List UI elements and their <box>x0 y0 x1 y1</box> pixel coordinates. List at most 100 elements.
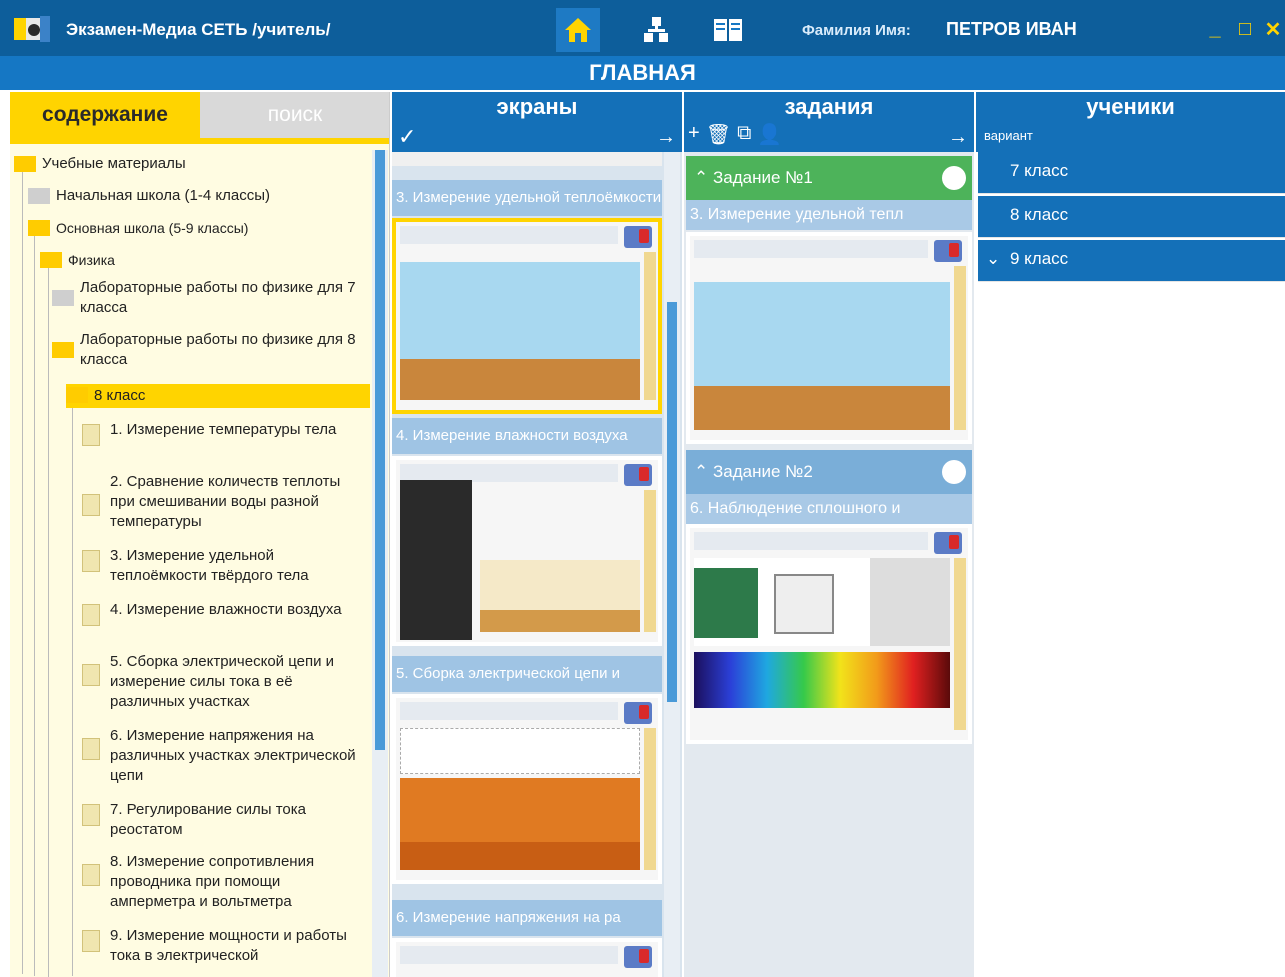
tree-item-label: 6. Измерение напряжения на различных уча… <box>110 727 356 784</box>
collapse-icon[interactable]: ⌃ <box>694 168 708 187</box>
document-icon <box>82 604 100 626</box>
book-icon <box>624 464 652 486</box>
content-scrollbar[interactable] <box>372 150 388 977</box>
tree-item-label: Начальная школа (1-4 классы) <box>56 187 270 204</box>
screen-title[interactable]: 6. Измерение напряжения на ра <box>392 900 662 936</box>
tree-item-label: 4. Измерение влажности воздуха <box>110 601 342 618</box>
screen-title[interactable]: 3. Измерение удельной теплоёмкости <box>392 180 662 216</box>
arrow-right-icon[interactable]: → <box>948 126 968 149</box>
task-screen-title[interactable]: 3. Измерение удельной тепл <box>686 200 972 230</box>
screen-card[interactable] <box>392 456 662 646</box>
collapse-icon[interactable]: ⌃ <box>694 462 708 481</box>
folder-icon <box>14 156 36 172</box>
screen-thumbnail <box>690 528 968 740</box>
tree-item-label: 8. Измерение сопротивления проводника пр… <box>110 853 315 910</box>
main-header: ГЛАВНАЯ <box>0 56 1285 90</box>
structure-button[interactable] <box>634 8 678 52</box>
tab-content[interactable]: содержание <box>10 92 200 138</box>
tree-item[interactable]: 2. Сравнение количеств теплоты при смеши… <box>82 472 368 532</box>
task-screen-title[interactable]: 6. Наблюдение сплошного и <box>686 494 972 524</box>
class-item-expanded[interactable]: ⌄ 9 класс <box>978 240 1285 282</box>
arrow-right-icon[interactable]: → <box>656 126 676 149</box>
tree-item[interactable]: 9. Измерение мощности и работы тока в эл… <box>82 926 368 966</box>
screens-list: 3. Измерение удельной теплоёмкости 4. Из… <box>392 152 682 977</box>
screens-scrollbar[interactable] <box>664 152 680 977</box>
screen-title[interactable]: 5. Сборка электрической цепи и <box>392 656 662 692</box>
tree-item[interactable]: 1. Измерение температуры тела <box>82 420 368 446</box>
screen-card[interactable] <box>392 938 662 977</box>
task-label: Задание №2 <box>712 462 813 481</box>
tree-item[interactable]: 5. Сборка электрической цепи и измерение… <box>82 652 368 712</box>
tree-item[interactable]: 7. Регулирование силы тока реостатом <box>82 800 368 840</box>
folder-icon <box>40 252 62 268</box>
tasks-title: задания <box>784 94 874 119</box>
tree-item[interactable]: 6. Измерение напряжения на различных уча… <box>82 726 368 786</box>
library-button[interactable] <box>706 8 750 52</box>
screen-thumbnail <box>396 698 658 880</box>
check-icon[interactable]: ✓ <box>398 124 416 150</box>
tree-item-label: Физика <box>68 252 115 268</box>
students-list: 7 класс 8 класс ⌄ 9 класс <box>976 152 1285 977</box>
book-icon <box>934 532 962 554</box>
tree-item-label: 2. Сравнение количеств теплоты при смеши… <box>110 473 341 530</box>
copy-icon[interactable]: ⧉ <box>737 122 751 147</box>
tree-item[interactable]: 4. Измерение влажности воздуха <box>82 600 368 626</box>
tab-search[interactable]: поиск <box>200 92 389 138</box>
tree-item[interactable]: Основная школа (5-9 классы) <box>28 218 358 238</box>
tree-item[interactable]: Учебные материалы <box>14 154 354 174</box>
screen-card[interactable] <box>392 694 662 884</box>
tasks-toolbar: + 🗑 ⧉ 👤 <box>688 122 782 147</box>
task-card[interactable] <box>686 232 972 444</box>
task-card[interactable] <box>686 524 972 744</box>
variant-label: вариант <box>984 128 1033 143</box>
add-icon[interactable]: + <box>688 122 700 147</box>
book-icon <box>714 19 742 41</box>
task-label: Задание №1 <box>712 168 813 187</box>
document-icon <box>82 550 100 572</box>
document-icon <box>82 864 100 886</box>
gear-icon[interactable] <box>942 166 966 190</box>
scrollbar-thumb[interactable] <box>667 302 677 702</box>
tree-item[interactable]: Лабораторные работы по физике для 8 клас… <box>52 330 370 370</box>
task-header[interactable]: ⌃ Задание №2 <box>686 450 972 494</box>
tree-item-label: Лабораторные работы по физике для 8 клас… <box>80 331 356 368</box>
tree-item-label: 5. Сборка электрической цепи и измерение… <box>110 653 335 710</box>
tasks-header: задания + 🗑 ⧉ 👤 → <box>684 92 974 152</box>
book-icon <box>624 702 652 724</box>
maximize-button[interactable]: □ <box>1230 14 1260 44</box>
tree-item-selected[interactable]: 8 класс <box>66 384 370 408</box>
document-icon <box>82 738 100 760</box>
book-icon <box>624 946 652 968</box>
home-button[interactable] <box>556 8 600 52</box>
class-item[interactable]: 7 класс <box>978 152 1285 194</box>
title-bar: Экзамен-Медиа СЕТЬ /учитель/ Фамилия Имя… <box>0 0 1285 56</box>
delete-icon[interactable]: 🗑 <box>706 122 731 147</box>
tree-item[interactable]: Физика <box>40 250 360 270</box>
tree-item[interactable]: 8. Измерение сопротивления проводника пр… <box>82 852 368 912</box>
screens-title: экраны <box>496 94 578 119</box>
tree-item[interactable]: Начальная школа (1-4 классы) <box>28 186 358 206</box>
minimize-button[interactable]: _ <box>1200 14 1230 44</box>
tree-item[interactable]: Лабораторные работы по физике для 7 клас… <box>52 278 370 318</box>
document-icon <box>82 804 100 826</box>
tree-item-label: 3. Измерение удельной теплоёмкости твёрд… <box>110 547 309 584</box>
scrollbar-thumb[interactable] <box>375 150 385 750</box>
tree-item-label: 1. Измерение температуры тела <box>110 421 337 438</box>
assign-icon[interactable]: 👤 <box>757 122 782 147</box>
students-title: ученики <box>1086 94 1175 119</box>
book-icon <box>934 240 962 262</box>
tree-item-label: Учебные материалы <box>42 155 186 172</box>
tree-item[interactable]: 3. Измерение удельной теплоёмкости твёрд… <box>82 546 368 586</box>
screen-title[interactable]: 4. Измерение влажности воздуха <box>392 418 662 454</box>
user-name: ПЕТРОВ ИВАН <box>946 19 1077 39</box>
screen-card[interactable] <box>392 218 662 414</box>
home-icon <box>565 18 591 42</box>
close-button[interactable]: ✕ <box>1258 14 1285 44</box>
document-icon <box>82 930 100 952</box>
class-item[interactable]: 8 класс <box>978 196 1285 238</box>
gear-icon[interactable] <box>942 460 966 484</box>
class-label: 9 класс <box>1010 249 1069 268</box>
task-header[interactable]: ⌃ Задание №1 <box>686 156 972 200</box>
maximize-icon: □ <box>1238 17 1252 40</box>
screen-thumbnail <box>396 222 658 410</box>
